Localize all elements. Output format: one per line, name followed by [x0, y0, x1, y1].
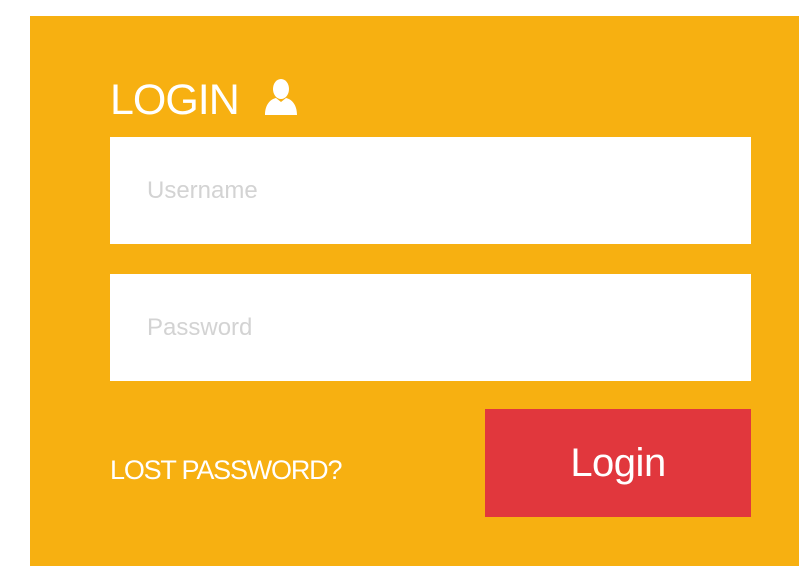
lost-password-link[interactable]: LOST PASSWORD? — [110, 457, 342, 484]
login-title: LOGIN — [110, 75, 240, 124]
password-input[interactable] — [110, 274, 751, 381]
login-header: LOGIN — [110, 74, 301, 126]
login-panel: LOGIN LOST PASSWORD? Login — [30, 16, 799, 566]
login-button[interactable]: Login — [485, 409, 751, 517]
page: LOGIN LOST PASSWORD? Login — [0, 0, 799, 566]
user-icon — [264, 79, 297, 115]
username-input[interactable] — [110, 137, 751, 244]
